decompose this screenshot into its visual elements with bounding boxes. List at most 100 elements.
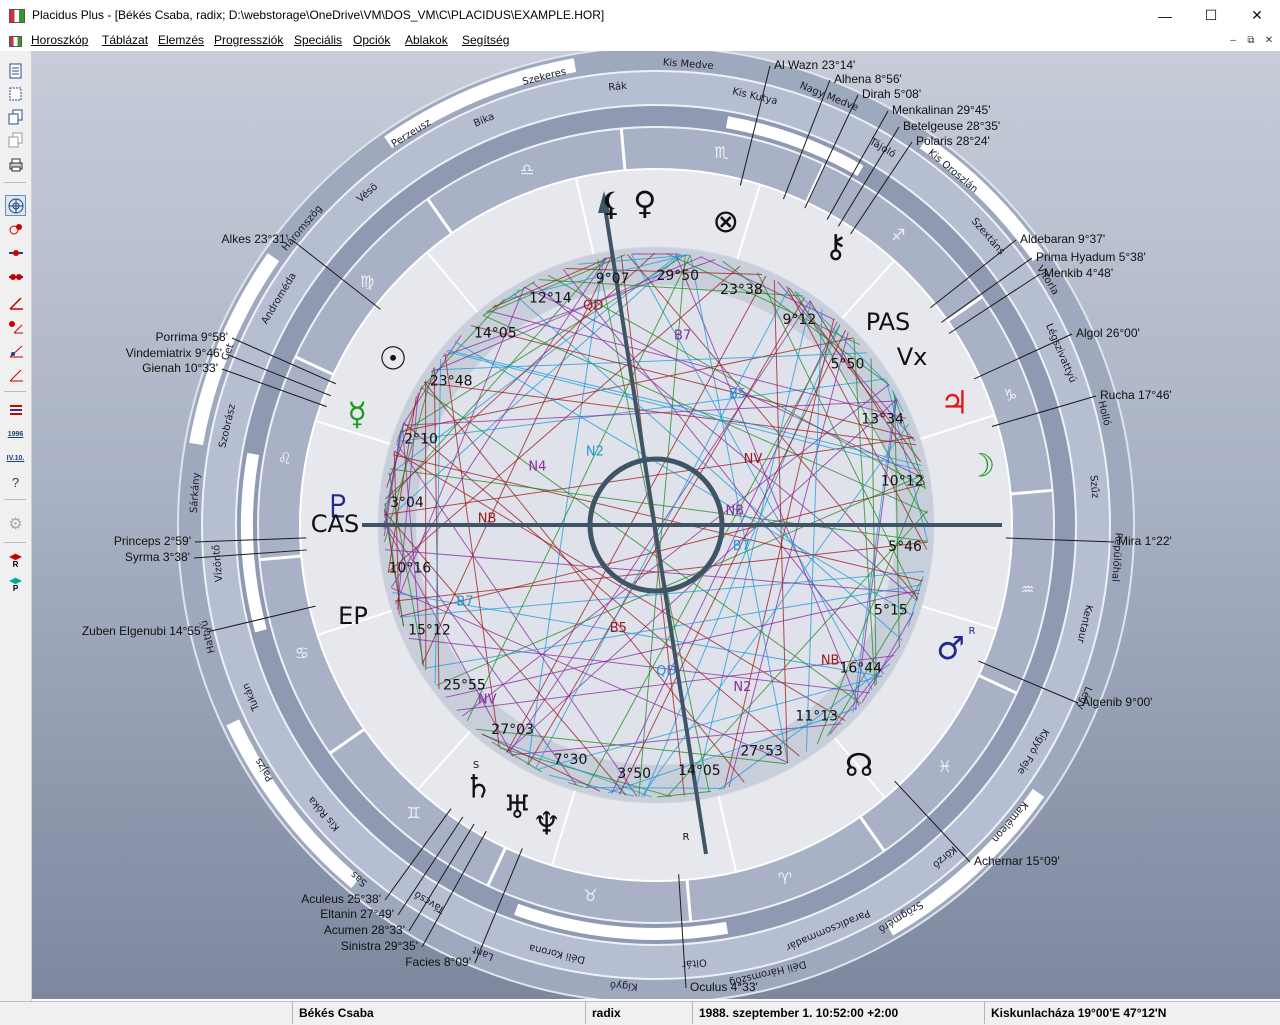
status-type: radix xyxy=(585,1002,688,1024)
aspect-label: B7 xyxy=(674,328,691,343)
house-degree: 5°46 xyxy=(888,539,922,555)
app-icon[interactable] xyxy=(9,9,25,23)
star-label: Zuben Elgenubi 14°55' xyxy=(82,624,203,638)
vertex-marker: Vx xyxy=(897,343,928,371)
mdi-minimize-button[interactable]: ‒ xyxy=(1226,35,1240,47)
star-label: Oculus 4°33' xyxy=(690,980,758,994)
star-label: Algol 26°00' xyxy=(1076,326,1140,340)
star-label: Al Wazn 23°14' xyxy=(774,58,855,72)
sign-glyph-10: ♓ xyxy=(938,757,952,776)
house-degree: 3°04 xyxy=(390,495,424,511)
house-degree: 27°03 xyxy=(491,722,534,738)
sign-glyph-1: ♐ xyxy=(891,226,905,245)
lilith-icon: ⚸ xyxy=(599,185,622,223)
star-label: Mira 1°22' xyxy=(1118,534,1172,548)
star-label: Algenib 9°00' xyxy=(1082,695,1152,709)
menu-ablakok[interactable]: Ablakok xyxy=(405,33,448,47)
menu-horoszkop[interactable]: Horoszkóp xyxy=(31,33,88,47)
mdi-close-button[interactable]: ✕ xyxy=(1262,35,1276,47)
saturn-icon: ♄ xyxy=(464,768,493,806)
menu-elemzes[interactable]: Elemzés xyxy=(158,33,204,47)
star-label: Rucha 17°46' xyxy=(1100,388,1172,402)
dotted-document-icon[interactable] xyxy=(6,84,25,103)
question-icon[interactable]: ? xyxy=(6,473,25,492)
star-label: Sinistra 29°35' xyxy=(341,939,418,953)
house-degree: 5°50 xyxy=(831,356,865,372)
horoscope-chart-area[interactable]: ♑♐♏♎♍♌♋♊♉♈♓♒ RákKis MedveKis KutyaNagy M… xyxy=(32,51,1280,999)
angle-arrow-icon[interactable] xyxy=(6,365,25,384)
house-degree: 23°38 xyxy=(720,282,763,298)
star-label: Prima Hyadum 5°38' xyxy=(1036,250,1146,264)
radix-wheel-icon[interactable] xyxy=(5,195,26,216)
aspect-label: NV xyxy=(478,692,497,707)
star-label: Gienah 10°33' xyxy=(142,361,218,375)
year-1996-icon[interactable]: 1996 xyxy=(6,425,25,444)
star-label: Vindemiatrix 9°46' xyxy=(126,346,222,360)
star-label: Polaris 28°24' xyxy=(916,134,990,148)
aspect-label: B5 xyxy=(610,621,627,636)
house-degree: 10°12 xyxy=(881,474,924,490)
menu-specialis[interactable]: Speciális xyxy=(294,33,342,47)
aspect-line-icon[interactable] xyxy=(6,243,25,262)
star-label: Menkalinan 29°45' xyxy=(892,103,991,117)
constellation-name: Rák xyxy=(608,80,628,94)
status-datetime: 1988. szeptember 1. 10:52:00 +2:00 xyxy=(692,1002,979,1024)
horoscope-wheel[interactable]: ♑♐♏♎♍♌♋♊♉♈♓♒ RákKis MedveKis KutyaNagy M… xyxy=(32,51,1280,999)
date-iv10-icon[interactable]: IV.10. xyxy=(6,449,25,468)
house-degree: 14°05 xyxy=(474,325,517,341)
retrograde-marker: R xyxy=(683,832,690,843)
star-label: Betelgeuse 28°35' xyxy=(903,119,1000,133)
constellation-name: Szűz xyxy=(1087,475,1101,499)
sign-glyph-0: ♑ xyxy=(1003,386,1017,405)
status-place: Kiskunlacháza 19°00'E 47°12'N xyxy=(984,1002,1280,1024)
retrograde-marker: R xyxy=(969,626,976,637)
retrograde-R-icon[interactable]: ◀▶R xyxy=(6,551,25,570)
house-degree: 23°48 xyxy=(430,374,473,390)
star-label: Alkes 23°31' xyxy=(222,232,288,246)
house-degree: 3°50 xyxy=(617,766,651,782)
moon-icon: ☽ xyxy=(967,447,996,485)
print-preview-icon[interactable] xyxy=(6,130,25,149)
star-label: Aldebaran 9°37' xyxy=(1020,232,1105,246)
cas-marker: CAS xyxy=(311,510,359,538)
minimize-button[interactable]: — xyxy=(1142,0,1188,31)
star-label: Aculeus 25°38' xyxy=(301,892,381,906)
sign-glyph-7: ♊ xyxy=(406,803,420,822)
mdi-child-icon[interactable] xyxy=(9,36,22,47)
menu-opciok[interactable]: Opciók xyxy=(353,33,390,47)
angle-red-icon[interactable] xyxy=(6,317,25,336)
constellation-name: Kígyó xyxy=(610,979,639,993)
window-title: Placidus Plus - [Békés Csaba, radix; D:\… xyxy=(32,8,604,22)
uranus-icon: ♅ xyxy=(503,788,532,826)
menu-segitseg[interactable]: Segítség xyxy=(462,33,509,47)
triple-angle-icon[interactable] xyxy=(6,341,25,360)
house-degree: 27°53 xyxy=(740,744,783,760)
sign-glyph-5: ♌ xyxy=(278,449,292,468)
copy-chart-icon[interactable] xyxy=(6,107,25,126)
double-aspect-icon[interactable] xyxy=(6,267,25,286)
menu-tablazat[interactable]: Táblázat xyxy=(102,33,148,47)
stationary-marker: S xyxy=(473,760,479,771)
angle-icon[interactable] xyxy=(6,293,25,312)
sign-glyph-4: ♍ xyxy=(360,272,374,291)
sign-glyph-8: ♉ xyxy=(583,886,597,905)
aspect-label: QD xyxy=(656,664,676,679)
maximize-button[interactable]: ☐ xyxy=(1188,0,1234,31)
printer-icon[interactable] xyxy=(6,155,25,174)
chiron-icon: ⚷ xyxy=(824,227,847,265)
aspect-label: NB xyxy=(821,654,840,669)
menu-progressziok[interactable]: Progressziók xyxy=(214,33,283,47)
new-document-icon[interactable] xyxy=(6,61,25,80)
close-button[interactable]: ✕ xyxy=(1234,0,1280,31)
house-degree: 5°15 xyxy=(874,603,908,619)
aspect-label: NB xyxy=(725,504,744,519)
star-label: Menkib 4°48' xyxy=(1044,266,1113,280)
gear-disabled-icon: ⚙ xyxy=(6,514,25,533)
status-name: Békés Csaba xyxy=(292,1002,585,1024)
progressed-P-icon[interactable]: ◀▶P xyxy=(6,575,25,594)
mars-icon: ♂ xyxy=(936,629,965,667)
list-icon[interactable] xyxy=(6,401,25,420)
synastry-icon[interactable] xyxy=(6,219,25,238)
sign-glyph-6: ♋ xyxy=(295,643,309,662)
mdi-restore-button[interactable]: ⧉ xyxy=(1244,35,1258,47)
